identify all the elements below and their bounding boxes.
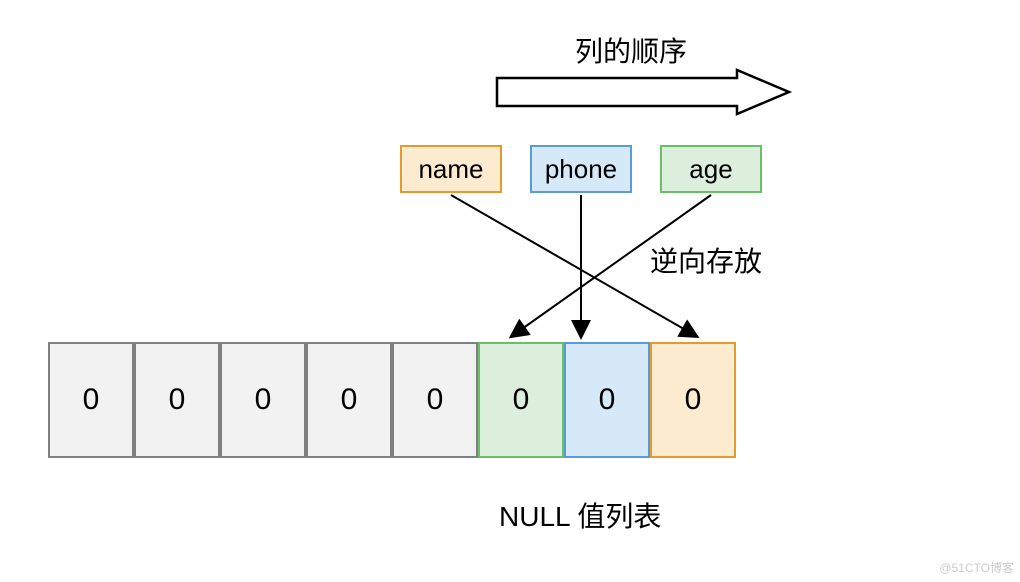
bit-value: 0	[513, 383, 530, 417]
bit-value: 0	[255, 383, 272, 417]
bit-cell-2: 0	[220, 342, 306, 458]
bit-value: 0	[169, 383, 186, 417]
bit-value: 0	[685, 383, 702, 417]
bit-cell-0: 0	[48, 342, 134, 458]
bit-cell-5: 0	[478, 342, 564, 458]
bit-cell-1: 0	[134, 342, 220, 458]
bit-value: 0	[83, 383, 100, 417]
bit-value: 0	[599, 383, 616, 417]
bit-value: 0	[427, 383, 444, 417]
watermark: @51CTO博客	[939, 559, 1014, 576]
bit-cell-7: 0	[650, 342, 736, 458]
null-list-label: NULL 值列表	[499, 495, 661, 535]
bit-cell-4: 0	[392, 342, 478, 458]
bit-value: 0	[341, 383, 358, 417]
bit-cell-6: 0	[564, 342, 650, 458]
bit-cell-3: 0	[306, 342, 392, 458]
